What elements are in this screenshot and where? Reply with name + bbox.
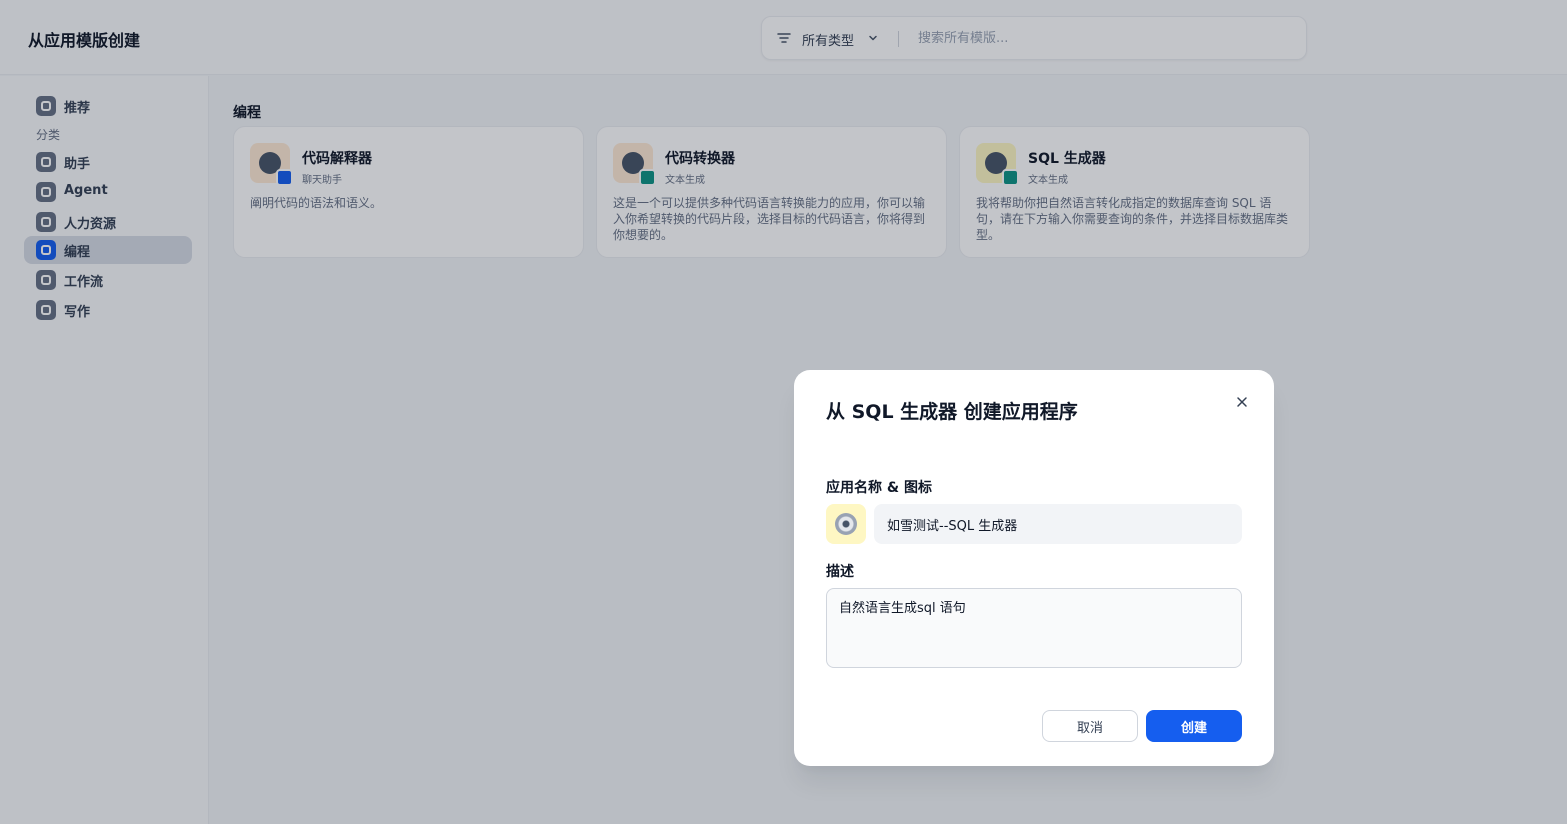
- app-icon-picker[interactable]: [826, 504, 866, 544]
- close-icon[interactable]: [1232, 392, 1252, 412]
- description-label: 描述: [826, 564, 854, 580]
- app-name-input[interactable]: [874, 504, 1242, 544]
- description-textarea[interactable]: 自然语言生成sql 语句: [826, 588, 1242, 668]
- modal-overlay[interactable]: [0, 0, 1567, 824]
- cancel-button[interactable]: 取消: [1042, 710, 1138, 742]
- modal-title: 从 SQL 生成器 创建应用程序: [826, 401, 1078, 423]
- create-app-modal: 从 SQL 生成器 创建应用程序 应用名称 & 图标 描述 自然语言生成sql …: [794, 370, 1274, 766]
- create-button[interactable]: 创建: [1146, 710, 1242, 742]
- disc-icon: [835, 513, 857, 535]
- name-icon-label: 应用名称 & 图标: [826, 480, 932, 496]
